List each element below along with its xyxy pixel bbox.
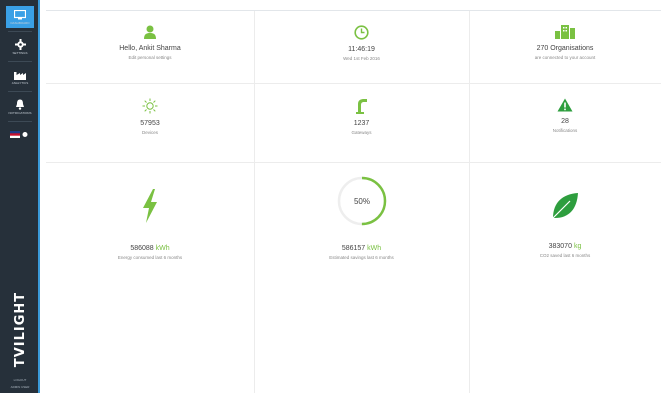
divider xyxy=(8,61,32,62)
gear-icon xyxy=(14,39,26,50)
leaf-icon xyxy=(552,193,578,219)
brand-logo: TVILIGHT xyxy=(4,285,38,373)
greeting-text: Hello, Ankit Sharma xyxy=(119,45,181,52)
sidebar-item-label: ANALYTICS xyxy=(11,80,29,85)
savings-number: 586157 xyxy=(341,245,366,252)
divider xyxy=(46,162,661,163)
bell-icon xyxy=(16,99,24,110)
flag-icon xyxy=(10,130,28,138)
current-time: 11:46:19 xyxy=(348,46,375,53)
warning-icon xyxy=(557,98,573,112)
sidebar-item-label: SETTINGS xyxy=(12,51,28,55)
brand-text: TVILIGHT xyxy=(13,291,29,367)
sidebar: DASHBOARD SETTINGS ANALYTICS NOTIFICATIO… xyxy=(0,0,46,393)
divider xyxy=(8,91,32,92)
monitor-icon xyxy=(14,9,26,19)
gateways-caption: Gateways xyxy=(351,130,372,135)
co2-caption: CO2 saved last 6 months xyxy=(539,253,591,258)
co2-number: 383070 xyxy=(548,243,572,250)
co2-card: 383070 kg CO2 saved last 6 months xyxy=(469,191,661,258)
energy-number: 586088 xyxy=(130,245,154,252)
current-date: Wed 1st Feb 2016 xyxy=(343,56,380,61)
organisations-card[interactable]: 270 Organisations are connected to your … xyxy=(469,25,661,60)
devices-card[interactable]: 57953 Devices xyxy=(46,98,254,135)
energy-card: 586088 kWh Energy consumed last 6 months xyxy=(46,189,254,260)
sidebar-item-label: DASHBOARD xyxy=(10,20,30,25)
gateways-card[interactable]: 1237 Gateways xyxy=(254,98,469,135)
divider xyxy=(46,83,661,84)
devices-caption: Devices xyxy=(141,130,158,135)
sidebar-item-analytics[interactable]: ANALYTICS xyxy=(6,66,34,88)
co2-value: 383070 kg xyxy=(549,243,582,250)
clock-icon xyxy=(354,25,369,40)
streetlight-icon xyxy=(355,99,367,114)
logout-link[interactable]: LOGOUT xyxy=(4,378,36,382)
sidebar-item-notifications[interactable]: NOTIFICATIONS xyxy=(6,96,34,118)
factory-icon xyxy=(14,71,26,80)
organisations-caption: are connected to your account xyxy=(534,55,596,60)
lightning-icon xyxy=(143,189,157,223)
sun-icon xyxy=(142,98,158,114)
divider xyxy=(8,31,32,32)
notifications-count: 28 xyxy=(561,118,569,125)
notifications-card[interactable]: 28 Notifications xyxy=(469,98,661,133)
dashboard-grid: Hello, Ankit Sharma Edit personal settin… xyxy=(46,10,661,393)
savings-percent: 50% xyxy=(353,197,369,206)
devices-count: 57953 xyxy=(140,120,160,127)
buildings-icon xyxy=(555,25,575,39)
sidebar-item-label: NOTIFICATIONS xyxy=(8,111,32,115)
savings-caption: Estimated savings last 6 months xyxy=(329,255,394,260)
user-card[interactable]: Hello, Ankit Sharma Edit personal settin… xyxy=(46,25,254,60)
edit-settings-link[interactable]: Edit personal settings xyxy=(128,55,171,60)
energy-unit: kWh xyxy=(155,245,170,252)
user-icon xyxy=(144,25,156,39)
savings-card: 50% 586157 kWh Estimated savings last 6 m… xyxy=(254,175,469,260)
notifications-caption: Notifications xyxy=(552,128,578,133)
time-card: 11:46:19 Wed 1st Feb 2016 xyxy=(254,25,469,61)
organisations-count: 270 Organisations xyxy=(536,45,594,52)
energy-caption: Energy consumed last 6 months xyxy=(117,255,183,260)
savings-value: 586157 kWh xyxy=(342,245,381,252)
sidebar-item-dashboard[interactable]: DASHBOARD xyxy=(6,6,34,28)
savings-unit: kWh xyxy=(367,245,382,252)
co2-unit: kg xyxy=(573,243,582,250)
energy-value: 586088 kWh xyxy=(130,245,169,252)
gateways-count: 1237 xyxy=(353,120,370,127)
sidebar-item-settings[interactable]: SETTINGS xyxy=(6,36,34,58)
progress-ring: 50% xyxy=(337,176,386,226)
language-selector[interactable] xyxy=(6,127,34,141)
divider xyxy=(8,121,32,122)
user-footer: ADMIN USER xyxy=(10,385,30,389)
